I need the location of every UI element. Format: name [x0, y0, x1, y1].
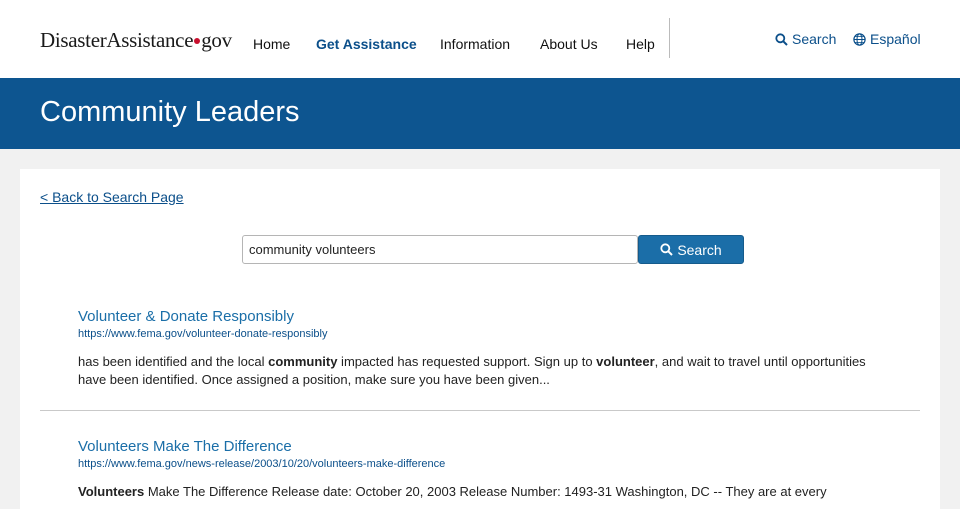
nav-information[interactable]: Information [440, 36, 510, 52]
result-url: https://www.fema.gov/volunteer-donate-re… [78, 328, 328, 340]
nav-about-us[interactable]: About Us [540, 36, 598, 52]
snippet-text: has been identified and the local [78, 354, 269, 369]
snippet-highlight: community [268, 354, 338, 369]
search-button[interactable]: Search [638, 235, 744, 264]
header-search-label: Search [792, 31, 837, 47]
logo-text-gov: gov [201, 28, 232, 52]
header-search-link[interactable]: Search [775, 31, 836, 47]
snippet-highlight: volunteer [596, 354, 655, 369]
snippet-text: impacted has requested support. Sign up … [337, 354, 597, 369]
result-title-link[interactable]: Volunteers Make The Difference [78, 438, 878, 455]
result-divider [40, 410, 920, 411]
nav-help[interactable]: Help [626, 36, 655, 52]
site-header: DisasterAssistance gov Home Get Assistanc… [0, 0, 960, 78]
globe-icon [853, 32, 866, 46]
back-to-search-link[interactable]: < Back to Search Page [40, 189, 184, 205]
search-input[interactable] [242, 235, 638, 264]
page-banner: Community Leaders [0, 78, 960, 149]
nav-get-assistance[interactable]: Get Assistance [316, 36, 417, 52]
search-icon [775, 32, 788, 46]
search-button-label: Search [677, 241, 722, 258]
result-snippet: has been identified and the local commun… [78, 353, 878, 389]
result-title-link[interactable]: Volunteer & Donate Responsibly [78, 308, 878, 325]
language-label: Español [870, 31, 921, 47]
site-logo[interactable]: DisasterAssistance gov [40, 28, 232, 53]
nav-home[interactable]: Home [253, 36, 290, 52]
logo-text-main: DisasterAssistance [40, 28, 194, 52]
search-results-panel: < Back to Search Page Search Volunteer &… [20, 169, 940, 509]
result-url: https://www.fema.gov/news-release/2003/1… [78, 458, 446, 470]
search-result: Volunteer & Donate Responsibly https://w… [78, 308, 878, 389]
logo-dot [194, 38, 201, 45]
result-snippet: Volunteers Make The Difference Release d… [78, 483, 878, 501]
search-icon [660, 243, 674, 256]
nav-divider [669, 18, 670, 58]
language-link[interactable]: Español [853, 31, 921, 47]
page-title: Community Leaders [40, 96, 300, 128]
